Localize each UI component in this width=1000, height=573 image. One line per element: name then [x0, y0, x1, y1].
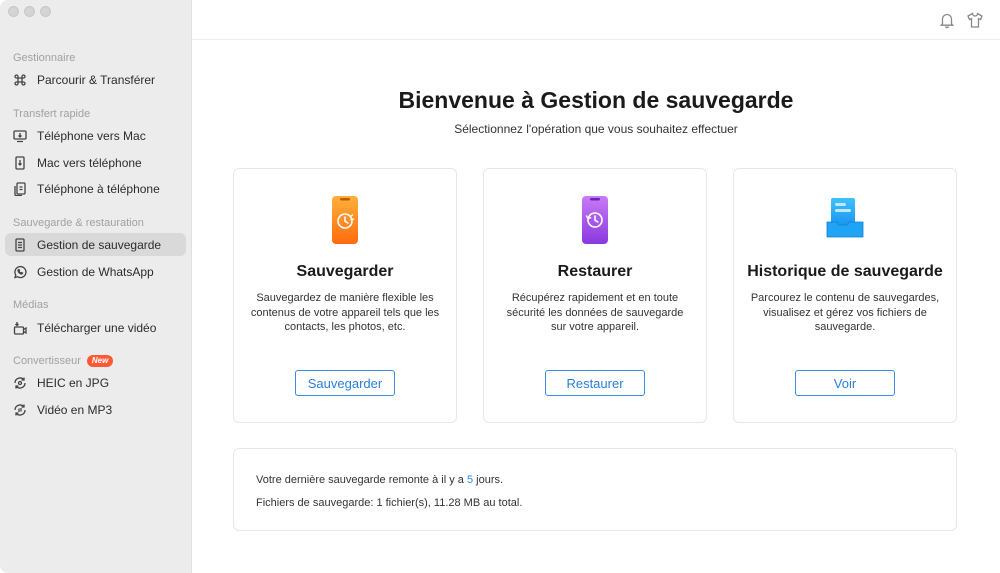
sidebar-item-label: Gestion de sauvegarde — [37, 237, 162, 252]
sidebar-item-video-mp3[interactable]: Vidéo en MP3 — [5, 398, 186, 421]
page-subtitle: Sélectionnez l'opération que vous souhai… — [454, 122, 738, 136]
section-label-sauvegarde: Sauvegarde & restauration — [13, 217, 144, 229]
section-label-transfert: Transfert rapide — [13, 108, 91, 120]
backup-files-text: Fichiers de sauvegarde: 1 fichier(s), 11… — [256, 497, 523, 509]
phone-to-phone-icon — [13, 181, 27, 196]
card-description: Récupérez rapidement et en toute sécurit… — [506, 292, 684, 333]
command-icon — [13, 73, 27, 87]
sidebar-item-label: HEIC en JPG — [37, 375, 110, 390]
minimize-window-button[interactable] — [24, 6, 35, 17]
sidebar-item-label: Téléphone vers Mac — [37, 128, 146, 143]
card-historique: Historique de sauvegarde Parcourez le co… — [733, 168, 957, 423]
tshirt-icon[interactable] — [966, 11, 984, 29]
sidebar-item-gestion-sauvegarde[interactable]: Gestion de sauvegarde — [5, 233, 186, 256]
close-window-button[interactable] — [8, 6, 19, 17]
app-window: Gestionnaire Parcourir & Transférer Tran… — [0, 0, 1000, 573]
backup-info-panel: Votre dernière sauvegarde remonte à il y… — [233, 448, 957, 531]
sidebar-item-heic-jpg[interactable]: HEIC en JPG — [5, 371, 186, 394]
card-restaurer: Restaurer Récupérez rapidement et en tou… — [483, 168, 707, 423]
section-label-gestionnaire: Gestionnaire — [13, 52, 76, 64]
card-sauvegarder: Sauvegarder Sauvegardez de manière flexi… — [233, 168, 457, 423]
sidebar: Gestionnaire Parcourir & Transférer Tran… — [0, 0, 192, 573]
sidebar-item-label: Parcourir & Transférer — [37, 72, 156, 87]
card-title: Restaurer — [557, 263, 633, 280]
bell-icon[interactable] — [938, 11, 956, 29]
backup-phone-icon — [234, 195, 456, 245]
backup-icon — [13, 237, 27, 252]
last-backup-prefix: Votre dernière sauvegarde remonte à il y… — [256, 474, 467, 486]
sidebar-item-phone-to-mac[interactable]: Téléphone vers Mac — [5, 124, 186, 147]
convert-image-icon — [13, 376, 27, 390]
section-label-text: Convertisseur — [13, 355, 81, 367]
sidebar-item-download-video[interactable]: Télécharger une vidéo — [5, 316, 186, 339]
sidebar-item-phone-to-phone[interactable]: Téléphone à téléphone — [5, 177, 186, 200]
restaurer-button[interactable]: Restaurer — [545, 370, 645, 396]
window-controls — [8, 6, 51, 17]
section-label-convertisseur: Convertisseur New — [13, 355, 114, 367]
sidebar-item-parcourir[interactable]: Parcourir & Transférer — [5, 68, 186, 91]
top-bar — [192, 0, 1000, 40]
zoom-window-button[interactable] — [40, 6, 51, 17]
whatsapp-icon — [13, 265, 27, 279]
download-video-icon — [13, 321, 27, 335]
new-badge: New — [86, 355, 114, 367]
sidebar-item-mac-to-phone[interactable]: Mac vers téléphone — [5, 151, 186, 174]
card-title: Sauvegarder — [296, 263, 394, 280]
page-title: Bienvenue à Gestion de sauvegarde — [398, 87, 794, 113]
history-icon — [734, 195, 956, 241]
convert-audio-icon — [13, 403, 27, 417]
phone-to-mac-icon — [13, 129, 27, 143]
last-backup-suffix: jours. — [473, 474, 504, 486]
sidebar-item-label: Télécharger une vidéo — [37, 320, 157, 335]
section-label-medias: Médias — [13, 299, 49, 311]
sidebar-item-label: Téléphone à téléphone — [37, 181, 160, 196]
sidebar-item-label: Mac vers téléphone — [37, 155, 142, 170]
last-backup-text: Votre dernière sauvegarde remonte à il y… — [256, 474, 503, 486]
voir-button[interactable]: Voir — [795, 370, 895, 396]
card-title: Historique de sauvegarde — [747, 263, 943, 280]
sidebar-item-label: Gestion de WhatsApp — [37, 264, 154, 279]
card-description: Parcourez le contenu de sauvegardes, vis… — [750, 292, 940, 333]
main-content: Bienvenue à Gestion de sauvegarde Sélect… — [192, 40, 1000, 573]
sidebar-item-whatsapp[interactable]: Gestion de WhatsApp — [5, 260, 186, 283]
sauvegarder-button[interactable]: Sauvegarder — [295, 370, 395, 396]
mac-to-phone-icon — [13, 155, 27, 170]
card-description: Sauvegardez de manière flexible les cont… — [250, 292, 440, 333]
sidebar-item-label: Vidéo en MP3 — [37, 402, 113, 417]
restore-phone-icon — [484, 195, 706, 245]
